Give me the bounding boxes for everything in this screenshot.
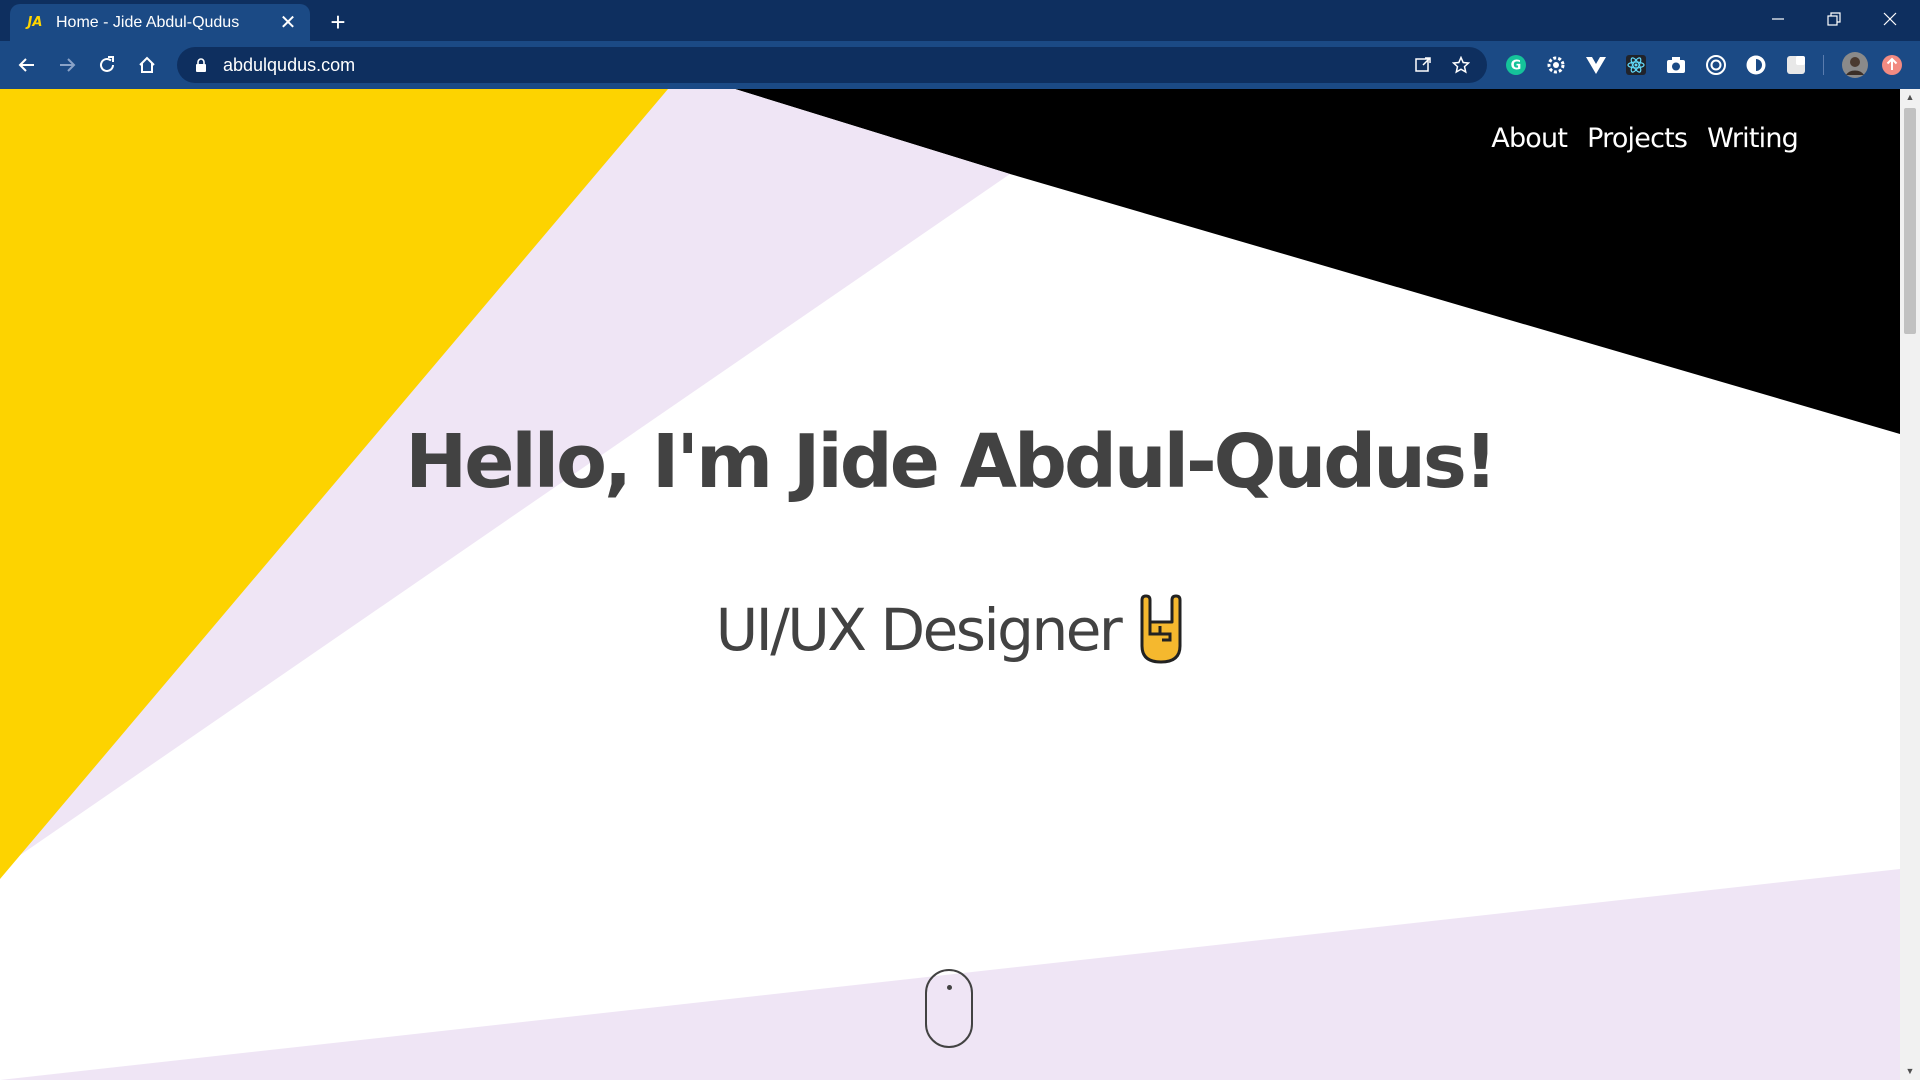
reload-button[interactable]	[93, 51, 121, 79]
scroll-down-arrow-icon[interactable]: ▼	[1900, 1063, 1920, 1080]
update-icon	[1882, 55, 1902, 75]
open-in-app-button[interactable]	[1411, 53, 1435, 77]
back-button[interactable]	[13, 51, 41, 79]
home-button[interactable]	[133, 51, 161, 79]
arrow-right-icon	[60, 58, 76, 72]
scroll-up-arrow-icon[interactable]: ▲	[1900, 89, 1920, 106]
scroll-wheel-dot	[947, 985, 952, 990]
svg-text:G: G	[1511, 59, 1522, 74]
hero-subtitle-row: UI/UX Designer	[0, 594, 1900, 666]
bookmark-button[interactable]	[1449, 53, 1473, 77]
vue-devtools-extension[interactable]	[1584, 53, 1608, 77]
url-text[interactable]: abdulqudus.com	[223, 55, 1411, 76]
browser-tab-active[interactable]: JA Home - Jide Abdul-Qudus ✕	[10, 4, 310, 41]
restore-window-button[interactable]	[1806, 4, 1862, 34]
tab-title: Home - Jide Abdul-Qudus	[56, 13, 240, 31]
extensions-menu-button[interactable]	[1784, 53, 1808, 77]
address-bar[interactable]: abdulqudus.com	[177, 47, 1487, 83]
screenshot-extension[interactable]	[1664, 53, 1688, 77]
restore-icon	[1827, 12, 1841, 26]
gear-extension-icon	[1547, 56, 1565, 74]
circle-extension[interactable]	[1744, 53, 1768, 77]
site-favicon-icon: JA	[27, 14, 43, 30]
external-link-icon	[1415, 57, 1431, 72]
minimize-window-button[interactable]	[1750, 4, 1806, 34]
toolbar-separator	[1823, 55, 1824, 75]
browser-toolbar: abdulqudus.com G	[0, 41, 1920, 89]
hero-title: Hello, I'm Jide Abdul-Qudus!	[405, 419, 1497, 505]
circle-extension-icon	[1746, 55, 1766, 75]
close-icon	[1883, 12, 1897, 26]
hero-subtitle: UI/UX Designer	[715, 596, 1123, 664]
forward-button[interactable]	[53, 51, 81, 79]
rock-hand-icon	[1140, 594, 1182, 664]
target-extension[interactable]	[1704, 53, 1728, 77]
page-scrollbar[interactable]: ▲ ▼	[1900, 89, 1920, 1080]
star-icon	[1452, 56, 1470, 74]
profile-avatar[interactable]	[1841, 51, 1869, 79]
grammarly-icon: G	[1506, 55, 1526, 75]
lock-icon	[196, 58, 206, 72]
nav-writing-link[interactable]: Writing	[1707, 123, 1799, 154]
react-devtools-icon	[1626, 55, 1646, 75]
nav-projects-link[interactable]: Projects	[1587, 123, 1688, 154]
update-button[interactable]	[1880, 53, 1904, 77]
scrollbar-thumb[interactable]	[1904, 108, 1916, 334]
nav-about-link[interactable]: About	[1491, 123, 1568, 154]
camera-icon	[1667, 57, 1685, 73]
react-devtools-extension[interactable]	[1624, 53, 1648, 77]
puzzle-extensions-icon	[1787, 56, 1805, 74]
scroll-down-indicator[interactable]	[925, 969, 973, 1048]
close-window-button[interactable]	[1862, 4, 1918, 34]
hero-background	[0, 89, 1900, 1080]
settings-extension[interactable]	[1544, 53, 1568, 77]
new-tab-button[interactable]: +	[324, 8, 352, 36]
site-nav: About Projects Writing	[1491, 123, 1799, 154]
arrow-left-icon	[18, 58, 34, 72]
vue-devtools-icon	[1586, 57, 1606, 74]
page-viewport: About Projects Writing Hello, I'm Jide A…	[0, 89, 1900, 1080]
close-tab-icon[interactable]: ✕	[276, 11, 300, 35]
minimize-icon	[1772, 18, 1784, 20]
tab-strip: JA Home - Jide Abdul-Qudus ✕ +	[0, 0, 1920, 41]
target-icon	[1706, 55, 1726, 75]
reload-icon	[100, 56, 114, 72]
grammarly-extension[interactable]: G	[1504, 53, 1528, 77]
avatar-icon	[1842, 52, 1868, 78]
home-icon	[139, 56, 155, 73]
